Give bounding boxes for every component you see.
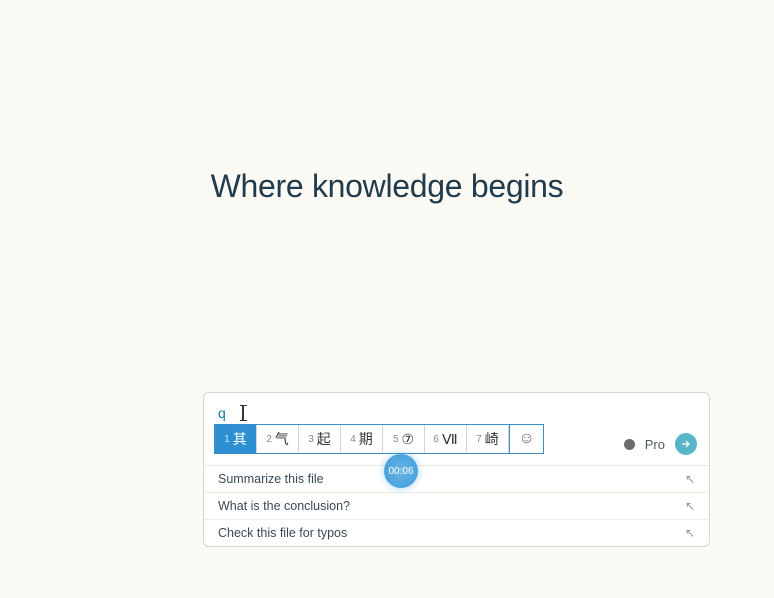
arrow-upleft-icon: ↖ [685,526,695,540]
ime-char: ⑦ [402,431,415,448]
suggestion-label: What is the conclusion? [218,499,350,513]
text-cursor-icon [242,405,244,421]
ime-candidate[interactable]: 3 起 [299,425,341,453]
suggestion-list: Summarize this file ↖ What is the conclu… [204,465,709,546]
ime-candidate[interactable]: 5 ⑦ [383,425,425,453]
ime-char: 其 [233,429,247,449]
page-title: Where knowledge begins [0,168,774,205]
ime-char: 气 [275,429,289,449]
ime-candidate[interactable]: 4 期 [341,425,383,453]
arrow-right-icon [680,438,692,450]
suggestion-item[interactable]: Check this file for typos ↖ [204,519,709,546]
prompt-input[interactable]: q [204,393,709,427]
recording-timer: 00:06 [384,454,418,488]
ime-candidate-bar[interactable]: 1 其 2 气 3 起 4 期 5 ⑦ 6 Ⅶ 7 崎 ☺ [214,424,544,454]
ime-index: 3 [308,434,314,445]
ime-index: 6 [433,434,439,445]
ime-candidate[interactable]: 7 崎 [467,425,509,453]
ime-index: 4 [350,434,356,445]
ime-index: 5 [393,434,399,445]
ime-index: 1 [224,434,230,445]
suggestion-label: Check this file for typos [218,526,347,540]
ime-char: 起 [317,429,331,449]
smile-icon: ☺ [518,430,534,448]
suggestion-item[interactable]: Summarize this file ↖ [204,466,709,492]
suggestion-label: Summarize this file [218,472,324,486]
suggestion-item[interactable]: What is the conclusion? ↖ [204,492,709,519]
ime-candidate[interactable]: 2 气 [257,425,299,453]
arrow-upleft-icon: ↖ [685,499,695,513]
ime-char: Ⅶ [442,431,458,448]
pro-toggle-label[interactable]: Pro [645,437,665,452]
ime-index: 2 [266,434,272,445]
submit-button[interactable] [675,433,697,455]
ime-candidate[interactable]: 6 Ⅶ [425,425,467,453]
status-dot-icon [624,439,635,450]
ime-emoji-button[interactable]: ☺ [509,425,543,453]
prompt-box: q ⌬ Academic ▾ 🗎 E2-英语词族-AI……pdf Pro [203,392,710,547]
ime-char: 期 [359,429,373,449]
typed-text: q [218,405,226,421]
ime-char: 崎 [485,429,499,449]
ime-candidate[interactable]: 1 其 [215,425,257,453]
ime-index: 7 [476,434,482,445]
arrow-upleft-icon: ↖ [685,472,695,486]
